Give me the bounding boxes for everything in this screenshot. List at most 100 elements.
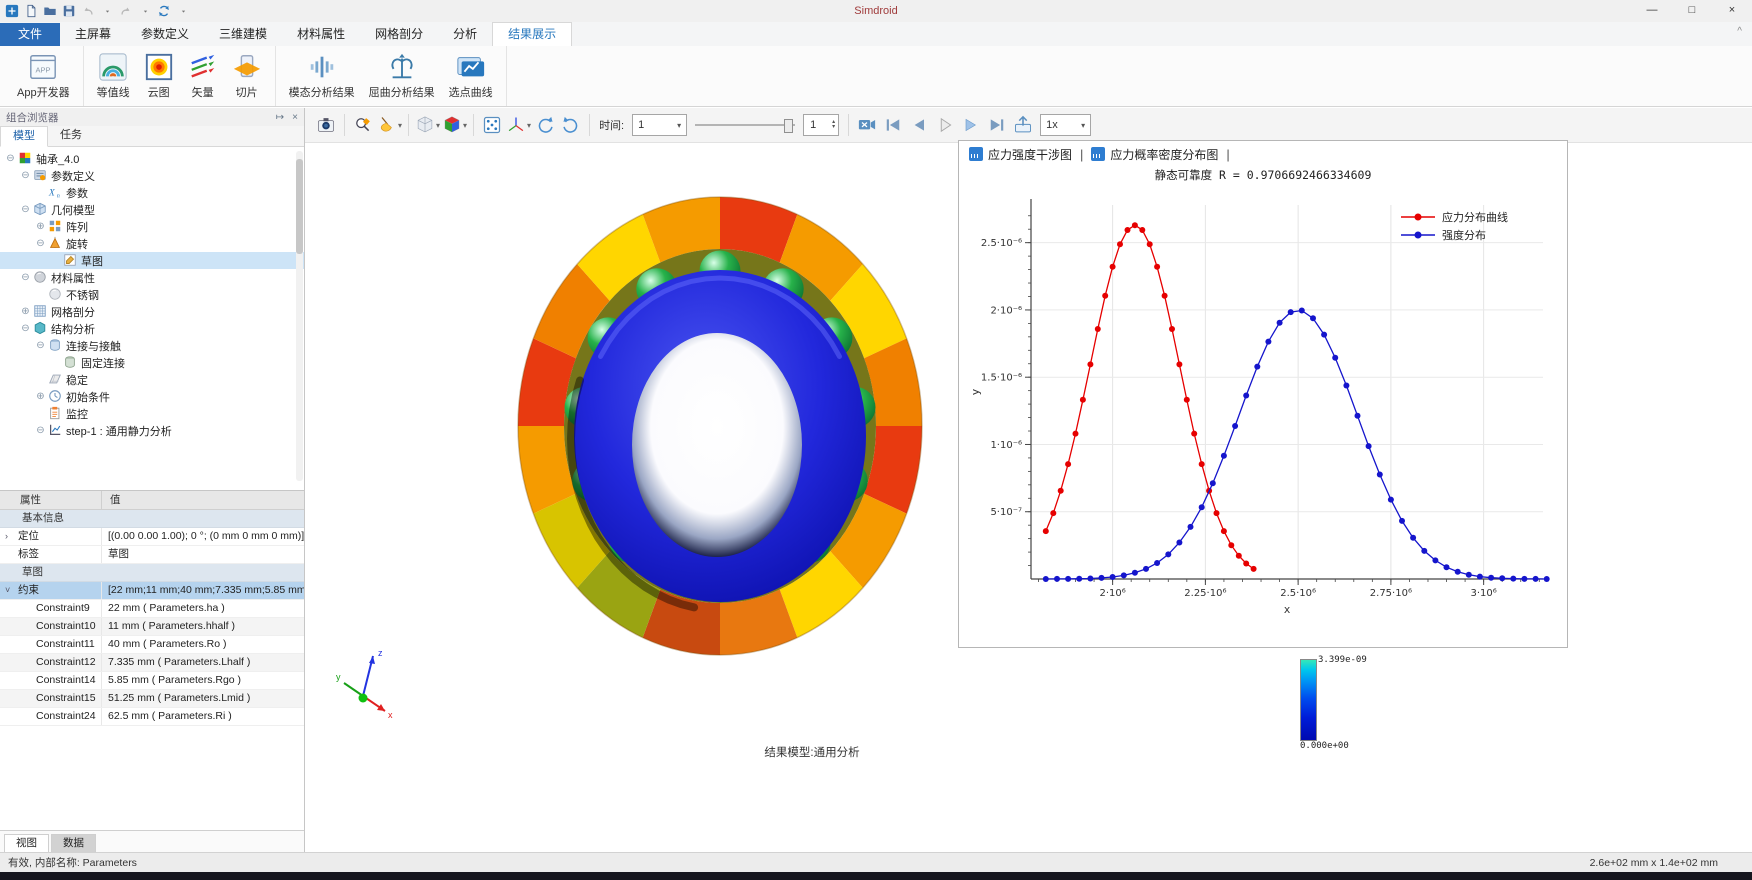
tree-item-structure[interactable]: ⊖结构分析	[0, 320, 304, 337]
ribbon-button-buckling-result[interactable]: 屈曲分析结果	[362, 49, 442, 102]
tree-expand-toggle[interactable]: ⊖	[19, 170, 32, 181]
view-mode-button[interactable]: ▾	[415, 112, 440, 138]
bottom-tab-数据[interactable]: 数据	[51, 834, 96, 852]
render-mode-button[interactable]: ▾	[442, 112, 467, 138]
ribbon-tab-材料属性[interactable]: 材料属性	[282, 23, 360, 46]
tree-expand-toggle[interactable]: ⊕	[34, 221, 47, 232]
save-button[interactable]	[61, 2, 77, 20]
tree-item-monitor[interactable]: 监控	[0, 405, 304, 422]
tree-item-sketch[interactable]: 草图	[0, 252, 304, 269]
bearing-model-3d[interactable]	[510, 193, 930, 663]
rotate-cw-button[interactable]	[559, 112, 583, 138]
tree-expand-toggle[interactable]: ⊖	[34, 238, 47, 249]
ribbon-tab-结果展示[interactable]: 结果展示	[492, 22, 572, 46]
first-frame-button[interactable]	[881, 112, 905, 138]
tree-scrollbar-thumb[interactable]	[296, 159, 303, 254]
minimize-button[interactable]: —	[1632, 0, 1672, 22]
tree-item-material[interactable]: ⊖材料属性	[0, 269, 304, 286]
ribbon-button-contour[interactable]: 等值线	[90, 49, 137, 102]
tree-item-contact[interactable]: ⊖连接与接触	[0, 337, 304, 354]
tree-expand-toggle[interactable]: ⊕	[34, 391, 47, 402]
tree-item-xn[interactable]: Xn参数	[0, 184, 304, 201]
tab-stress-probability-density[interactable]: 应力概率密度分布图	[1091, 146, 1218, 163]
time-combo[interactable]: 1▾	[632, 114, 687, 136]
redo-button[interactable]	[118, 2, 134, 20]
new-file-button[interactable]	[23, 2, 39, 20]
tree-item-step[interactable]: ⊖step-1 : 通用静力分析	[0, 422, 304, 439]
last-frame-button[interactable]	[985, 112, 1009, 138]
tree-item-initial[interactable]: ⊕初始条件	[0, 388, 304, 405]
tree-item-fixed-conn[interactable]: 固定连接	[0, 354, 304, 371]
ribbon-tab-file[interactable]: 文件	[0, 23, 60, 46]
qat-more-button[interactable]	[175, 2, 191, 20]
time-slider[interactable]	[695, 115, 795, 135]
tree-scrollbar[interactable]	[296, 151, 303, 481]
tree-expand-toggle[interactable]: ⊕	[19, 306, 32, 317]
property-row-constraint24[interactable]: Constraint2462.5 mm ( Parameters.Ri )	[0, 708, 304, 726]
tree-item-steel[interactable]: 不锈钢	[0, 286, 304, 303]
axes-button[interactable]: ▾	[506, 112, 531, 138]
property-row-constraint14[interactable]: Constraint145.85 mm ( Parameters.Rgo )	[0, 672, 304, 690]
ribbon-tab-三维建模[interactable]: 三维建模	[204, 23, 282, 46]
redo-dropdown[interactable]	[137, 2, 153, 20]
tree-item-revolve[interactable]: ⊖旋转	[0, 235, 304, 252]
property-row--[interactable]: 标签草图	[0, 546, 304, 564]
ribbon-button-modal-result[interactable]: 模态分析结果	[282, 49, 362, 102]
ribbon-button-slice[interactable]: 切片	[225, 49, 269, 102]
tree-item-geometry[interactable]: ⊖几何模型	[0, 201, 304, 218]
ribbon-button-cloud-map[interactable]: 云图	[137, 49, 181, 102]
play-button[interactable]	[933, 112, 957, 138]
property-expand-toggle[interactable]: ›	[5, 528, 8, 545]
tree-expand-toggle[interactable]: ⊖	[34, 425, 47, 436]
next-frame-button[interactable]	[959, 112, 983, 138]
tree-expand-toggle[interactable]: ⊖	[34, 340, 47, 351]
property-row-constraint15[interactable]: Constraint1551.25 mm ( Parameters.Lmid )	[0, 690, 304, 708]
ribbon-button-point-curve[interactable]: 选点曲线	[442, 49, 500, 102]
undo-button[interactable]	[80, 2, 96, 20]
property-row-constraint12[interactable]: Constraint127.335 mm ( Parameters.Lhalf …	[0, 654, 304, 672]
property-row-constraint11[interactable]: Constraint1140 mm ( Parameters.Ro )	[0, 636, 304, 654]
refresh-button[interactable]	[156, 2, 172, 20]
prev-frame-button[interactable]	[907, 112, 931, 138]
property-row-constraint9[interactable]: Constraint922 mm ( Parameters.ha )	[0, 600, 304, 618]
ribbon-collapse-icon[interactable]: ^	[1737, 26, 1742, 37]
tree-item-mesh[interactable]: ⊕网格剖分	[0, 303, 304, 320]
tree-item-array[interactable]: ⊕阵列	[0, 218, 304, 235]
dock-panel-icon[interactable]: ↦	[276, 112, 284, 123]
snapshot-button[interactable]	[314, 112, 338, 138]
close-button[interactable]: ×	[1712, 0, 1752, 22]
slider-thumb[interactable]	[784, 119, 793, 133]
property-expand-toggle[interactable]: ˅	[5, 582, 10, 599]
tree-item-constraint[interactable]: 稳定	[0, 371, 304, 388]
tab-stress-strength-interference[interactable]: 应力强度干涉图	[969, 146, 1072, 163]
close-panel-icon[interactable]: ×	[292, 112, 298, 123]
ribbon-tab-参数定义[interactable]: 参数定义	[126, 23, 204, 46]
bottom-tab-视图[interactable]: 视图	[4, 834, 49, 852]
tree-expand-toggle[interactable]: ⊖	[4, 153, 17, 164]
tree-item-params-def[interactable]: ⊖参数定义	[0, 167, 304, 184]
tree-expand-toggle[interactable]: ⊖	[19, 323, 32, 334]
app-logo[interactable]	[4, 2, 20, 20]
export-animation-button[interactable]	[1011, 112, 1035, 138]
property-row--[interactable]: ˅约束[22 mm;11 mm;40 mm;7.335 mm;5.85 mm..…	[0, 582, 304, 600]
rotate-ccw-button[interactable]	[533, 112, 557, 138]
tree-item-model[interactable]: ⊖轴承_4.0	[0, 150, 304, 167]
tree-expand-toggle[interactable]: ⊖	[19, 204, 32, 215]
tree-expand-toggle[interactable]: ⊖	[19, 272, 32, 283]
spin-arrows[interactable]: ▴▾	[832, 120, 835, 130]
export-video-button[interactable]	[855, 112, 879, 138]
property-row-constraint10[interactable]: Constraint1011 mm ( Parameters.hhalf )	[0, 618, 304, 636]
probe-button[interactable]	[351, 112, 375, 138]
ribbon-tab-网格剖分[interactable]: 网格剖分	[360, 23, 438, 46]
property-row--[interactable]: ›定位[(0.00 0.00 1.00); 0 °; (0 mm 0 mm 0 …	[0, 528, 304, 546]
maximize-button[interactable]: □	[1672, 0, 1712, 22]
open-file-button[interactable]	[42, 2, 58, 20]
ribbon-button-vector[interactable]: 矢量	[181, 49, 225, 102]
speed-combo[interactable]: 1x▾	[1040, 114, 1091, 136]
ribbon-tab-主屏幕[interactable]: 主屏幕	[60, 23, 126, 46]
ribbon-button-app-window[interactable]: APPApp开发器	[10, 49, 77, 102]
browser-tab-模型[interactable]: 模型	[0, 126, 48, 147]
ribbon-tab-分析[interactable]: 分析	[438, 23, 492, 46]
browser-tab-任务[interactable]: 任务	[48, 126, 94, 146]
undo-dropdown[interactable]	[99, 2, 115, 20]
